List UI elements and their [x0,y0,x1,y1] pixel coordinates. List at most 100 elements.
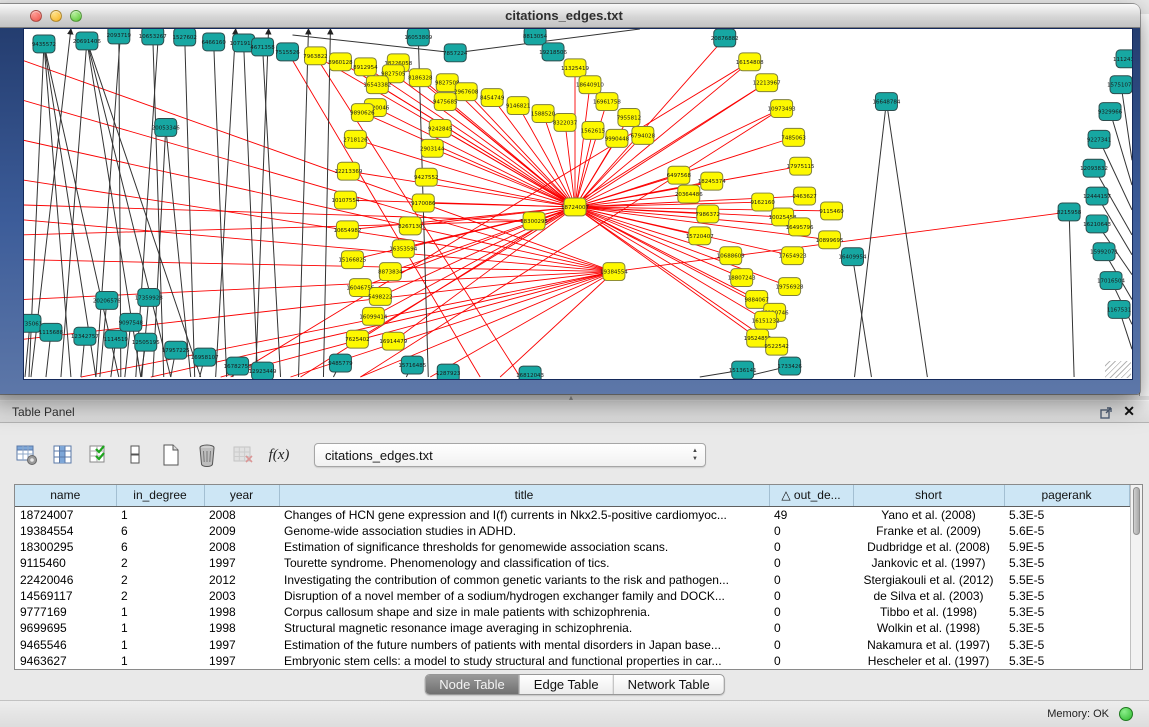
table-cell[interactable]: 9699695 [15,620,116,636]
graph-node[interactable]: 20053346 [152,118,180,136]
graph-edge[interactable] [360,272,614,377]
column-header-year[interactable]: year [204,485,279,506]
graph-node[interactable]: 11124384 [1113,50,1132,68]
table-cell[interactable]: Nakamura et al. (1997) [853,636,1004,652]
graph-node[interactable]: 6497568 [667,166,692,184]
table-cell[interactable]: de Silva et al. (2003) [853,588,1004,604]
graph-node[interactable]: 9115460 [819,202,844,220]
function-builder-button[interactable]: f(x) [266,442,292,468]
graph-node[interactable]: 15720407 [686,227,714,245]
graph-node[interactable]: 6466160 [201,33,226,51]
window-titlebar[interactable]: citations_edges.txt [0,4,1140,28]
table-cell[interactable]: 5.3E-5 [1004,555,1129,571]
graph-node[interactable]: 9990448 [605,129,630,147]
graph-node[interactable]: 9097548 [119,313,144,331]
graph-node[interactable]: 9463627 [792,187,817,205]
table-cell[interactable]: 2 [116,588,204,604]
graph-node[interactable]: 18300295 [520,212,548,230]
graph-node[interactable]: 20206576 [93,292,121,310]
graph-node[interactable]: 10688609 [717,247,745,265]
graph-node[interactable]: 19756928 [776,278,804,296]
tab-edge-table[interactable]: Edge Table [519,675,613,694]
graph-node[interactable]: 9170086 [411,194,436,212]
table-cell[interactable]: 1 [116,604,204,620]
graph-node[interactable]: 9890626 [350,104,375,122]
table-cell[interactable]: 5.3E-5 [1004,588,1129,604]
graph-node[interactable]: 12342757 [71,327,99,345]
graph-edge[interactable] [185,37,195,377]
table-cell[interactable]: 1997 [204,636,279,652]
table-cell[interactable]: Corpus callosum shape and size in male p… [279,604,769,620]
table-cell[interactable]: Structural magnetic resonance image aver… [279,620,769,636]
graph-edge[interactable] [432,148,575,207]
graph-edge[interactable] [244,43,258,377]
graph-node[interactable]: 8454749 [480,89,505,107]
graph-node[interactable]: 6794028 [631,126,656,144]
graph-node[interactable]: 9427552 [414,168,438,186]
table-cell[interactable]: 5.3E-5 [1004,636,1129,652]
graph-node[interactable]: 16353594 [389,240,417,258]
graph-node[interactable]: 10653267 [139,29,167,45]
tab-network-table[interactable]: Network Table [613,675,724,694]
table-cell[interactable]: 0 [769,523,853,539]
table-cell[interactable]: 0 [769,653,853,669]
table-cell[interactable]: 18724007 [15,506,116,523]
graph-node[interactable]: 2093719 [107,29,132,44]
graph-node[interactable]: 9485779 [328,354,353,372]
graph-node[interactable]: 1562615 [581,121,605,139]
column-header-title[interactable]: title [279,485,769,506]
graph-node[interactable]: 20876882 [711,29,739,47]
table-cell[interactable]: Wolkin et al. (1998) [853,620,1004,636]
graph-edge[interactable] [24,260,614,272]
table-cell[interactable]: 5.3E-5 [1004,506,1129,523]
graph-node[interactable]: 16961758 [593,93,621,111]
graph-node[interactable]: 9242845 [428,119,452,137]
graph-node[interactable]: 16053809 [404,29,432,46]
table-cell[interactable]: 9463627 [15,653,116,669]
close-window-icon[interactable] [30,10,42,22]
graph-node[interactable]: 8215958 [1057,203,1082,221]
table-cell[interactable]: 1 [116,506,204,523]
graph-edge[interactable] [430,272,614,377]
graph-edge[interactable] [216,29,236,377]
graph-node[interactable]: 10973493 [768,100,796,118]
table-cell[interactable]: Estimation of significance thresholds fo… [279,539,769,555]
column-header-out_de[interactable]: △ out_de... [769,485,853,506]
network-canvas[interactable]: 9435572206914062093719106532671527602646… [23,28,1133,380]
table-cell[interactable]: Tibbo et al. (1998) [853,604,1004,620]
graph-node[interactable]: 12923449 [249,362,277,379]
table-cell[interactable]: 2008 [204,539,279,555]
graph-edge[interactable] [1110,112,1132,186]
graph-edge[interactable] [355,139,575,207]
table-row[interactable]: 977716911998Corpus callosum shape and si… [15,604,1129,620]
float-panel-icon[interactable] [1100,406,1113,419]
graph-edge[interactable] [440,128,575,207]
graph-node[interactable]: 19218506 [539,43,567,61]
graph-edge[interactable] [1069,212,1074,377]
table-cell[interactable]: Genome-wide association studies in ADHD. [279,523,769,539]
table-cell[interactable]: 6 [116,539,204,555]
graph-edge[interactable] [377,85,575,207]
delete-column-button[interactable] [194,442,220,468]
delete-table-button[interactable] [230,442,256,468]
vertical-scrollbar[interactable] [1130,485,1143,669]
graph-node[interactable]: 7963822 [303,47,327,65]
graph-node[interactable]: 2967608 [454,83,479,101]
graph-node[interactable]: 9475685 [433,93,457,111]
graph-node[interactable]: 8813054 [523,29,548,45]
select-columns-button[interactable] [86,442,112,468]
table-cell[interactable]: 1997 [204,555,279,571]
graph-edge[interactable] [24,205,534,221]
graph-node[interactable]: 12444157 [1083,187,1111,205]
graph-node[interactable]: 15136141 [729,361,757,379]
table-cell[interactable]: Estimation of the future numbers of pati… [279,636,769,652]
graph-node[interactable]: 18640910 [576,76,604,94]
graph-node[interactable]: 16495796 [786,218,814,236]
graph-node[interactable]: 8322037 [553,114,578,132]
graph-node[interactable]: 1115688 [39,323,64,341]
table-cell[interactable]: 18300295 [15,539,116,555]
graph-node[interactable]: 7986372 [696,205,720,223]
graph-node[interactable]: 15716485 [398,356,426,374]
graph-edge[interactable] [96,29,121,377]
table-cell[interactable]: Disruption of a novel member of a sodium… [279,588,769,604]
